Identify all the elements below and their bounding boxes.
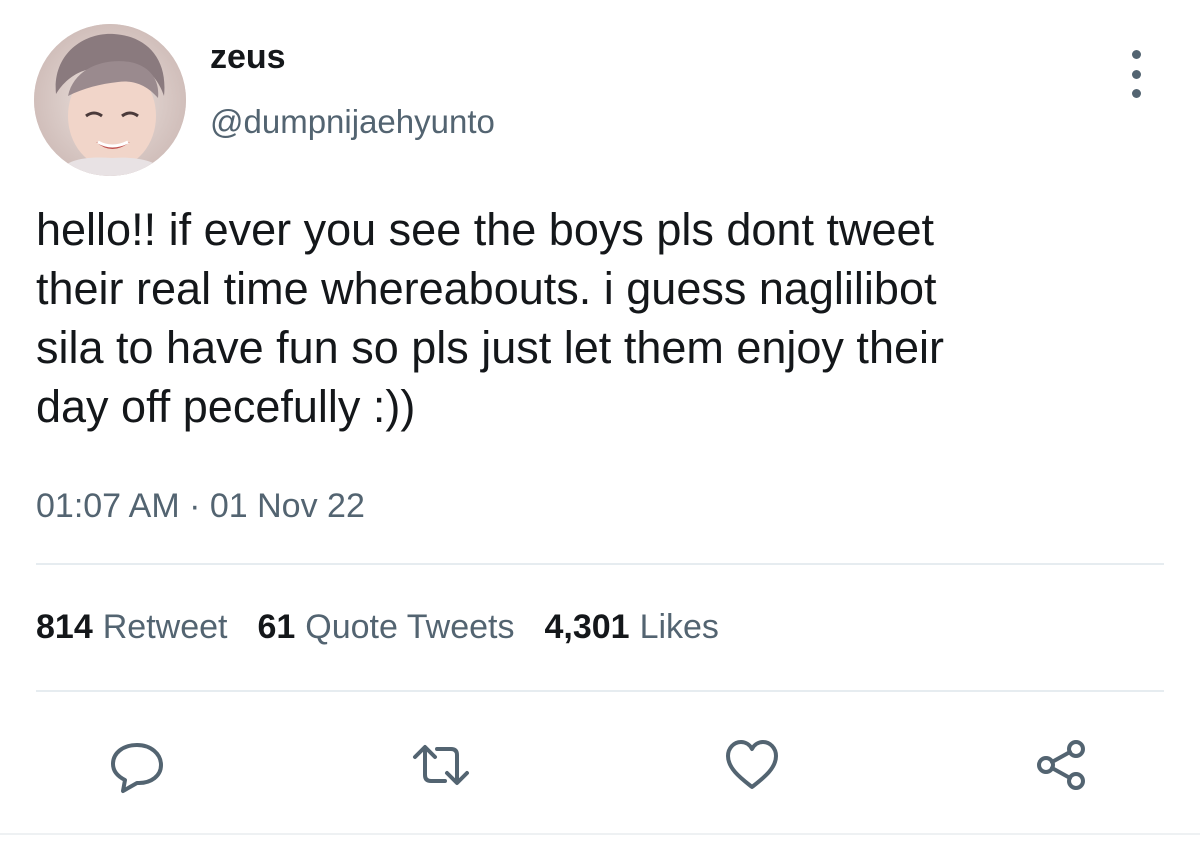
divider <box>36 563 1164 565</box>
quote-tweets-link[interactable]: 61 Quote Tweets <box>257 608 514 647</box>
divider <box>0 833 1200 835</box>
tweet-text-line: sila to have fun so pls just let them en… <box>36 322 944 373</box>
tweet-timestamp[interactable]: 01:07 AM · 01 Nov 22 <box>36 487 365 526</box>
quote-count: 61 <box>257 608 296 646</box>
more-vertical-icon-dot <box>1131 69 1141 79</box>
likes-count: 4,301 <box>544 608 630 646</box>
more-vertical-icon <box>1131 50 1141 59</box>
tweet-text-line: hello!! if ever you see the boys pls don… <box>36 204 935 255</box>
tweet-stats: 814 Retweet 61 Quote Tweets 4,301 Likes <box>36 608 749 647</box>
tweet-text-line: their real time whereabouts. i guess nag… <box>36 263 937 314</box>
retweet-label: Retweet <box>102 608 228 646</box>
retweet-icon <box>413 745 469 785</box>
heart-icon <box>726 740 778 789</box>
display-name[interactable]: zeus <box>210 38 286 77</box>
reply-button[interactable] <box>105 733 169 797</box>
quote-label: Quote Tweets <box>305 608 515 646</box>
likes-link[interactable]: 4,301 Likes <box>544 608 718 647</box>
avatar[interactable] <box>34 24 186 176</box>
more-vertical-icon-dot <box>1131 89 1141 98</box>
likes-label: Likes <box>639 608 719 646</box>
share-icon <box>1037 740 1085 790</box>
more-options-button[interactable] <box>1120 50 1152 98</box>
retweet-count-link[interactable]: 814 Retweet <box>36 608 227 647</box>
tweet-text-line: day off pecefully :)) <box>36 381 416 432</box>
reply-icon <box>111 743 163 793</box>
profile-photo-icon <box>34 24 186 176</box>
user-handle[interactable]: @dumpnijaehyunto <box>210 103 495 141</box>
retweet-button[interactable] <box>409 733 473 797</box>
tweet-text: hello!! if ever you see the boys pls don… <box>36 200 1156 436</box>
divider <box>36 690 1164 692</box>
like-button[interactable] <box>720 733 784 797</box>
retweet-count: 814 <box>36 608 93 646</box>
tweet-detail: zeus @dumpnijaehyunto hello!! if ever yo… <box>0 0 1200 851</box>
share-button[interactable] <box>1030 733 1094 797</box>
